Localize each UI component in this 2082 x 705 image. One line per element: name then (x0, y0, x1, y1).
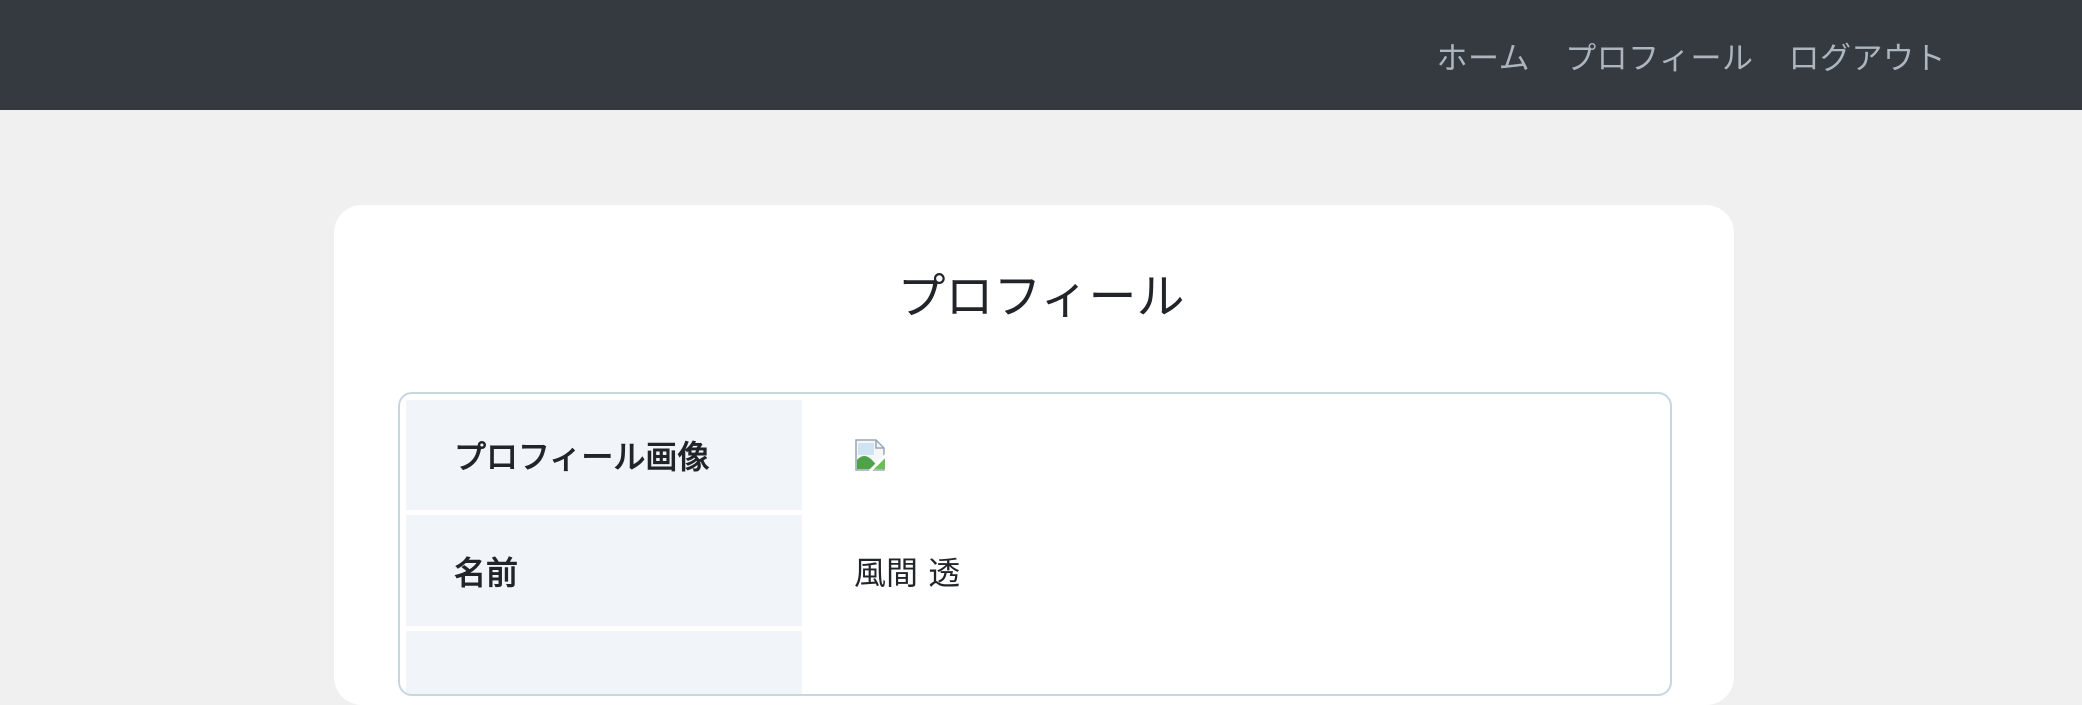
table-row-name: 名前 風間 透 (400, 515, 1670, 626)
row-label (406, 631, 802, 694)
row-value-profile-image (854, 400, 888, 510)
table-row-profile-image: プロフィール画像 (400, 400, 1670, 510)
nav-link-profile[interactable]: プロフィール (1565, 33, 1753, 78)
row-label: プロフィール画像 (406, 400, 802, 510)
page-title: プロフィール (897, 269, 1185, 325)
profile-table: プロフィール画像 名前 風間 透 (398, 392, 1672, 696)
row-value-name: 風間 透 (854, 553, 961, 592)
nav-link-logout[interactable]: ログアウト (1789, 33, 1947, 78)
top-navbar: ホーム プロフィール ログアウト (0, 0, 2082, 110)
row-label: 名前 (406, 515, 802, 626)
nav-link-home[interactable]: ホーム (1437, 33, 1531, 78)
table-row (400, 631, 1670, 694)
main-nav: ホーム プロフィール ログアウト (1437, 0, 1946, 110)
broken-image-icon (855, 439, 888, 472)
